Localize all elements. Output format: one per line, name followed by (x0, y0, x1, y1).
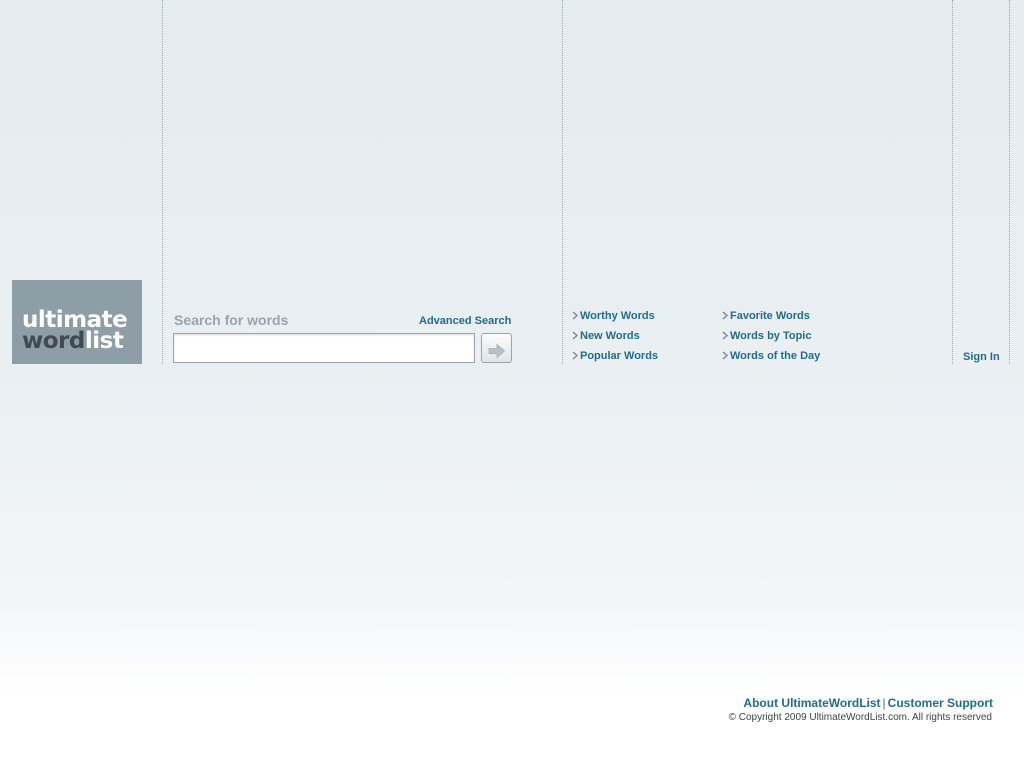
column-divider (952, 0, 953, 364)
nav-link-words-by-topic[interactable]: Words by Topic (730, 330, 812, 342)
footer-links: About UltimateWordList | Customer Support (743, 696, 993, 710)
nav-link-new-words[interactable]: New Words (580, 330, 640, 342)
chevron-right-icon (722, 351, 729, 360)
about-link[interactable]: About UltimateWordList (743, 696, 880, 710)
nav-item-worthy-words[interactable]: Worthy Words (571, 310, 655, 322)
chevron-right-icon (722, 311, 729, 320)
column-divider (162, 0, 163, 364)
nav-link-favorite-words[interactable]: Favorite Words (730, 310, 810, 322)
chevron-right-icon (572, 331, 579, 340)
logo-text-list: list (84, 328, 124, 354)
advanced-search-link[interactable]: Advanced Search (419, 315, 511, 327)
chevron-right-icon (722, 331, 729, 340)
search-input[interactable] (173, 333, 475, 363)
nav-link-popular-words[interactable]: Popular Words (580, 350, 658, 362)
nav-item-words-by-topic[interactable]: Words by Topic (721, 330, 812, 342)
search-label: Search for words (174, 312, 289, 328)
sign-in-link[interactable]: Sign In (963, 351, 1000, 363)
customer-support-link[interactable]: Customer Support (888, 696, 993, 710)
nav-item-favorite-words[interactable]: Favorite Words (721, 310, 810, 322)
logo-text-word: word (22, 328, 85, 354)
copyright-text: © Copyright 2009 UltimateWordList.com. A… (728, 712, 992, 723)
site-logo[interactable]: ultimate wordlist (12, 280, 142, 364)
footer-separator: | (882, 696, 886, 710)
nav-item-new-words[interactable]: New Words (571, 330, 640, 342)
column-divider (1009, 0, 1010, 364)
chevron-right-icon (572, 311, 579, 320)
column-divider (562, 0, 563, 364)
search-submit-button[interactable] (481, 333, 512, 363)
arrow-right-icon (488, 343, 505, 359)
nav-item-popular-words[interactable]: Popular Words (571, 350, 658, 362)
nav-item-words-of-the-day[interactable]: Words of the Day (721, 350, 820, 362)
nav-link-words-of-the-day[interactable]: Words of the Day (730, 350, 820, 362)
nav-link-worthy-words[interactable]: Worthy Words (580, 310, 655, 322)
logo-text-wordlist: wordlist (22, 328, 142, 354)
chevron-right-icon (572, 351, 579, 360)
